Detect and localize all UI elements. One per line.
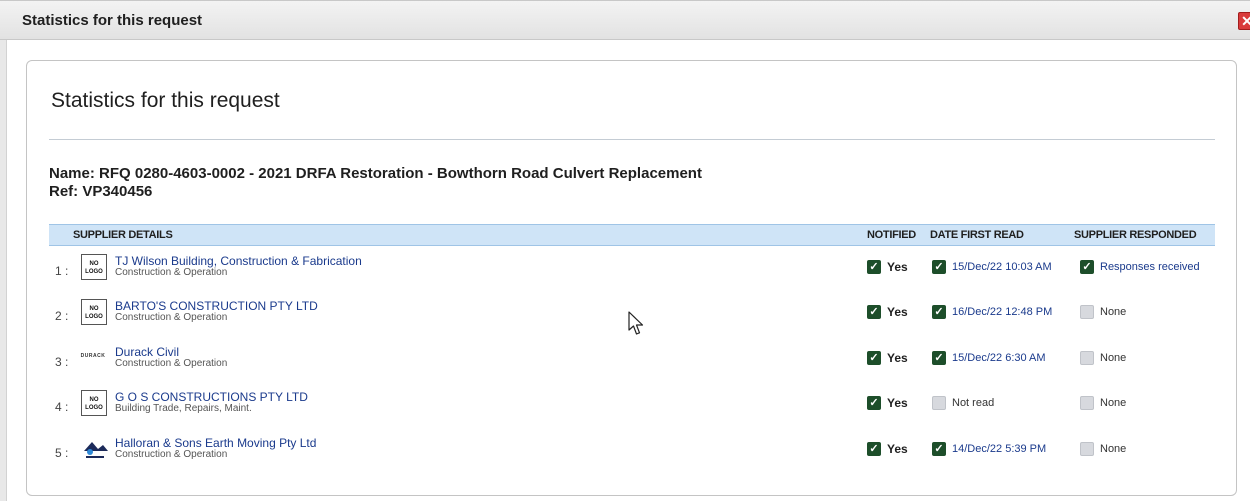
header-notified: NOTIFIED [867,229,916,241]
notified-value: Yes [887,351,908,365]
window-left-border [0,40,7,501]
supplier-responded-value: None [1100,352,1127,364]
no-logo-image: NO LOGO [81,254,107,280]
table-row: 4 : NO LOGO G O S CONSTRUCTIONS PTY LTD Buil… [49,388,1215,430]
row-index: 2 : [55,309,69,323]
no-logo-image: NO LOGO [81,390,107,416]
row-index: 5 : [55,446,69,460]
supplier-responded-value: Responses received [1100,261,1200,273]
supplier-category: Construction & Operation [115,312,228,323]
unchecked-box-icon [1080,396,1094,410]
check-icon: ✓ [1080,260,1094,274]
check-icon: ✓ [867,396,881,410]
supplier-category: Construction & Operation [115,449,228,460]
window-titlebar: Statistics for this request ✕ [0,0,1250,40]
supplier-responded-value: None [1100,306,1127,318]
halloran-logo-image [84,442,108,458]
table-row: 1 : NO LOGO TJ Wilson Building, Constructio… [49,252,1215,294]
unchecked-box-icon [932,396,946,410]
header-supplier-details: SUPPLIER DETAILS [73,229,173,241]
date-first-read-value: 15/Dec/22 6:30 AM [952,352,1046,364]
check-icon: ✓ [867,260,881,274]
check-icon: ✓ [932,442,946,456]
request-ref: Ref: VP340456 [49,183,153,200]
durack-logo-image: DURACK [80,353,106,359]
divider [49,139,1215,140]
row-index: 3 : [55,355,69,369]
table-header: SUPPLIER DETAILS NOTIFIED DATE FIRST REA… [49,224,1215,246]
notified-value: Yes [887,260,908,274]
supplier-name-link[interactable]: Durack Civil [115,345,179,359]
supplier-category: Construction & Operation [115,267,228,278]
unchecked-box-icon [1080,351,1094,365]
header-date-first-read: DATE FIRST READ [930,229,1024,241]
unchecked-box-icon [1080,305,1094,319]
supplier-name-link[interactable]: TJ Wilson Building, Construction & Fabri… [115,254,362,268]
supplier-name-link[interactable]: G O S CONSTRUCTIONS PTY LTD [115,390,308,404]
check-icon: ✓ [932,260,946,274]
mouse-cursor-icon [628,311,644,335]
notified-value: Yes [887,305,908,319]
check-icon: ✓ [932,305,946,319]
request-name: Name: RFQ 0280-4603-0002 - 2021 DRFA Res… [49,165,702,182]
supplier-responded-value: None [1100,397,1127,409]
panel-title: Statistics for this request [51,89,280,112]
supplier-responded-value: None [1100,443,1127,455]
date-first-read-value: 16/Dec/22 12:48 PM [952,306,1053,318]
supplier-name-link[interactable]: Halloran & Sons Earth Moving Pty Ltd [115,436,316,450]
check-icon: ✓ [867,351,881,365]
no-logo-image: NO LOGO [81,299,107,325]
header-supplier-responded: SUPPLIER RESPONDED [1074,229,1197,241]
notified-value: Yes [887,442,908,456]
window-title: Statistics for this request [22,12,203,29]
close-icon[interactable]: ✕ [1238,12,1250,30]
date-first-read-value: 14/Dec/22 5:39 PM [952,443,1047,455]
row-index: 1 : [55,264,69,278]
row-index: 4 : [55,400,69,414]
table-row: 3 : DURACK Durack Civil Construction & Oper… [49,343,1215,385]
notified-value: Yes [887,396,908,410]
check-icon: ✓ [867,305,881,319]
check-icon: ✓ [932,351,946,365]
supplier-category: Construction & Operation [115,358,228,369]
check-icon: ✓ [867,442,881,456]
date-first-read-value: Not read [952,397,995,409]
supplier-category: Building Trade, Repairs, Maint. [115,403,252,414]
date-first-read-value: 15/Dec/22 10:03 AM [952,261,1052,273]
unchecked-box-icon [1080,442,1094,456]
statistics-panel: Statistics for this request Name: RFQ 02… [26,60,1237,496]
table-row: 5 : Halloran & Sons Earth Moving Pty Ltd C… [49,434,1215,476]
supplier-name-link[interactable]: BARTO'S CONSTRUCTION PTY LTD [115,299,318,313]
